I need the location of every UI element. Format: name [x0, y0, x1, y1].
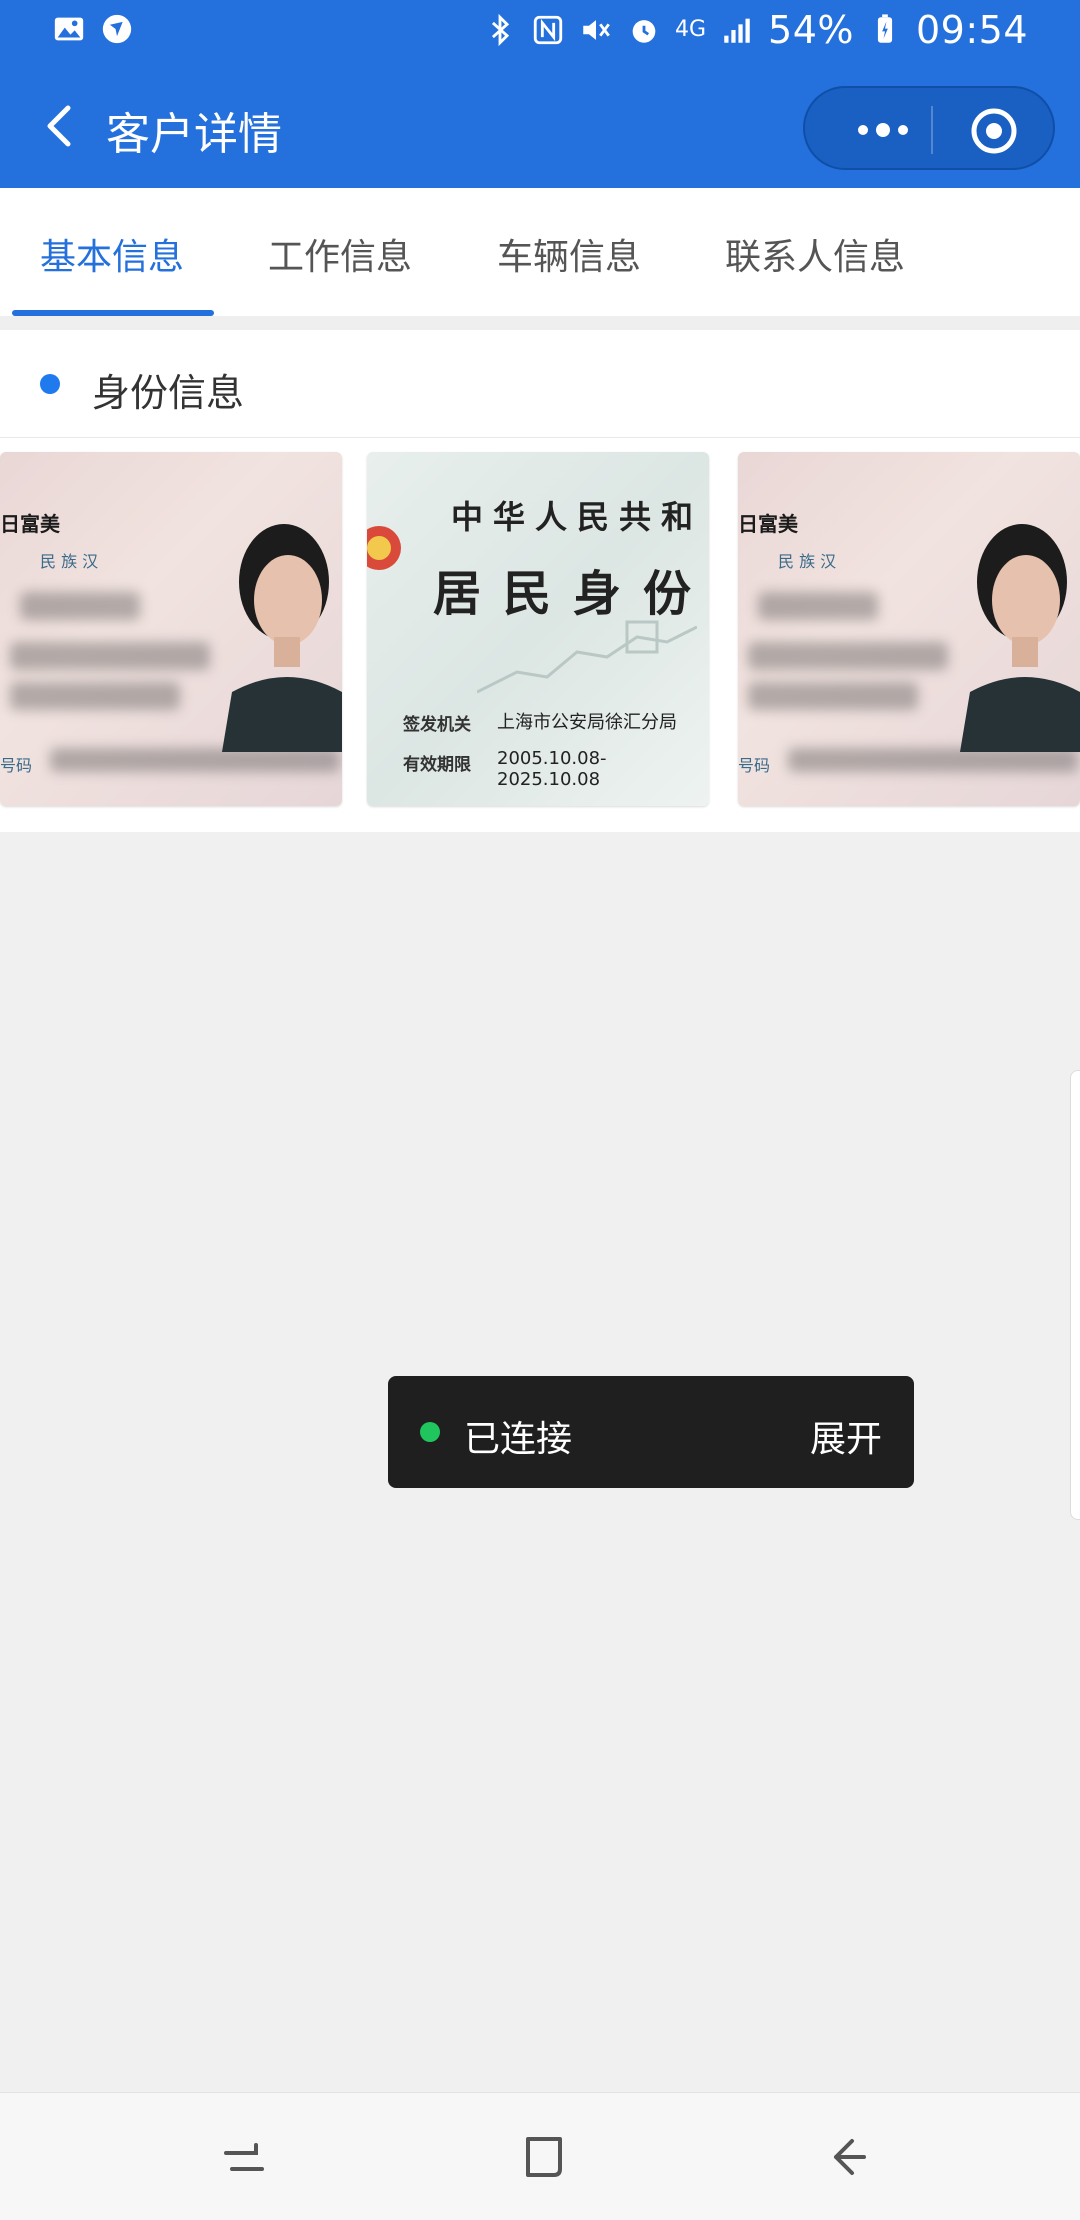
id-back-photo[interactable]: 中华人民共和 居民身份 签发机关 上海市公安局徐汇分局 有效期限 2005.10… [367, 452, 709, 806]
id-ethnicity-text: 民 族 汉 [40, 552, 99, 571]
id-back-title-line1: 中华人民共和 [451, 498, 704, 536]
blurred-field [758, 592, 878, 620]
vpn-icon [102, 14, 132, 44]
connection-status-text: 已连接 [464, 1419, 573, 1460]
chevron-left-icon [47, 105, 71, 147]
connected-status-dot [420, 1422, 440, 1442]
status-bar: 4G 54% 09:54 [0, 0, 1080, 66]
validity-label: 有效期限 [403, 755, 471, 775]
status-left [52, 12, 134, 46]
screen: 4G 54% 09:54 客户详情 基本信息 工作信息 车辆信息 联系人信息 身… [0, 0, 1080, 2220]
recent-apps-icon[interactable] [214, 2127, 274, 2187]
divider-band [0, 316, 1080, 330]
miniapp-capsule [803, 86, 1055, 170]
home-icon[interactable] [514, 2127, 574, 2187]
section-bullet [40, 374, 60, 394]
connection-toast: 已连接 展开 [388, 1376, 914, 1488]
blurred-field [748, 682, 918, 710]
battery-percentage: 54% [768, 8, 854, 52]
network-type: 4G [674, 17, 707, 42]
capsule-divider [931, 106, 933, 154]
portrait-image [222, 524, 342, 752]
nfc-icon [533, 15, 563, 45]
id-name-text: 日富美 [0, 512, 60, 536]
more-button[interactable] [843, 114, 923, 146]
expand-button[interactable]: 展开 [810, 1410, 882, 1462]
tab-work-info[interactable]: 工作信息 [268, 228, 412, 280]
id-ethnicity-text: 民 族 汉 [778, 552, 837, 571]
back-nav-icon[interactable] [816, 2127, 876, 2187]
id-front-photo-copy[interactable]: 日富美 民 族 汉 号码 [738, 452, 1080, 806]
status-right: 4G 54% 09:54 [483, 8, 1028, 52]
gallery-icon [54, 17, 84, 41]
bluetooth-icon [491, 13, 510, 47]
back-button[interactable] [30, 96, 90, 156]
mute-icon [583, 20, 610, 40]
signal-icon [724, 18, 750, 43]
side-drawer-handle[interactable] [1070, 1070, 1080, 1520]
blurred-field [10, 682, 180, 710]
validity-value: 2005.10.08-2025.10.08 [497, 748, 607, 790]
header-bar: 客户详情 [0, 66, 1080, 188]
tab-basic-info[interactable]: 基本信息 [40, 228, 184, 280]
battery-icon [877, 14, 893, 43]
blurred-field [10, 642, 210, 670]
id-photo-row: 日富美 民 族 汉 号码 中华人民共和 居民身份 签发机关 上海市公安局徐汇分局… [0, 452, 1080, 808]
alarm-icon [632, 20, 656, 43]
close-miniapp-icon[interactable] [969, 106, 1019, 156]
authority-value: 上海市公安局徐汇分局 [497, 712, 677, 733]
tab-vehicle-info[interactable]: 车辆信息 [497, 228, 641, 280]
section-header: 身份信息 [0, 330, 1080, 438]
id-front-photo[interactable]: 日富美 民 族 汉 号码 [0, 452, 342, 806]
authority-label: 签发机关 [403, 715, 471, 735]
blurred-field [748, 642, 948, 670]
great-wall-watermark [477, 620, 697, 694]
identity-section: 身份信息 日富美 民 族 汉 号码 中华人民共和 居民身份 签发机关 上海市公安… [0, 330, 1080, 832]
more-dots-icon [858, 123, 908, 137]
portrait-image [960, 524, 1080, 752]
national-emblem-image [367, 526, 401, 570]
id-number-label: 号码 [0, 756, 33, 775]
id-number-label: 号码 [738, 756, 771, 775]
page-title: 客户详情 [106, 109, 282, 160]
tab-bar: 基本信息 工作信息 车辆信息 联系人信息 [0, 188, 1080, 316]
blurred-field [20, 592, 140, 620]
system-navigation-bar [0, 2092, 1080, 2220]
section-title: 身份信息 [92, 371, 245, 415]
tab-contact-info[interactable]: 联系人信息 [725, 228, 905, 280]
clock: 09:54 [915, 8, 1028, 52]
id-name-text: 日富美 [738, 512, 798, 536]
